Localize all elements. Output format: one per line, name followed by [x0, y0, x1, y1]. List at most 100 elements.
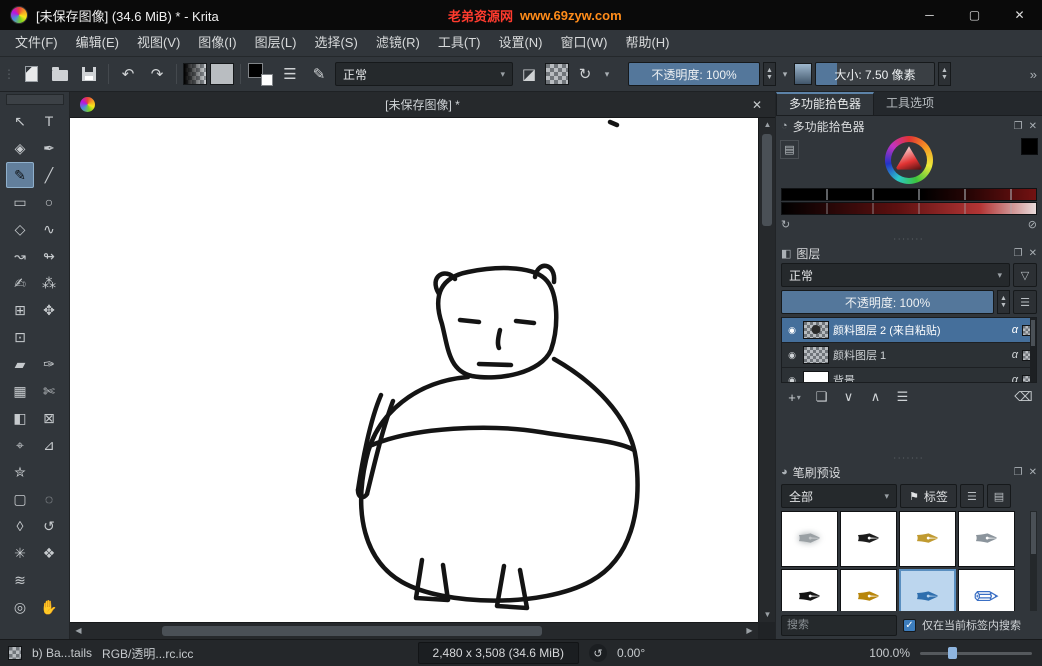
docker-resize-handle[interactable]: ⸳⸳⸳⸳⸳⸳⸳ — [776, 455, 1042, 462]
delete-layer-button[interactable]: ⌫ — [1011, 386, 1036, 408]
minimize-button[interactable]: ─ — [907, 0, 952, 30]
add-layer-button[interactable]: +▾ — [782, 386, 807, 408]
canvas[interactable] — [70, 118, 758, 622]
preset-view-menu-button[interactable]: ☰ — [960, 484, 984, 508]
duplicate-layer-button[interactable]: ❏ — [809, 386, 834, 408]
layer-name[interactable]: 颜料图层 1 — [833, 347, 1008, 363]
layer-row[interactable]: ◉ 颜料图层 2 (来自粘贴) α — [782, 318, 1036, 343]
refresh-shades-icon[interactable]: ↻ — [781, 218, 790, 231]
document-close-icon[interactable]: ✕ — [747, 92, 767, 118]
inherit-alpha-icon[interactable]: α — [1012, 324, 1018, 336]
menu-item-tools[interactable]: 工具(T) — [429, 30, 490, 56]
visibility-eye-icon[interactable]: ◉ — [785, 350, 799, 361]
vertical-scrollbar-thumb[interactable] — [762, 134, 772, 226]
spin-up-icon[interactable]: ▲ — [941, 67, 948, 74]
move-layer-up-button[interactable]: ∧ — [863, 386, 888, 408]
zoom-slider-thumb[interactable] — [948, 647, 957, 659]
horizontal-scrollbar-thumb[interactable] — [162, 626, 542, 636]
preserve-alpha-button[interactable] — [545, 63, 569, 85]
background-color-swatch[interactable] — [261, 74, 273, 86]
gradient-chooser[interactable] — [183, 63, 207, 85]
float-docker-icon[interactable]: ❐ — [1014, 248, 1023, 259]
spin-down-icon[interactable]: ▼ — [1000, 302, 1007, 309]
tool-freehand-select-button[interactable]: ↺ — [35, 513, 63, 539]
opacity-spinner[interactable]: ▲▼ — [763, 62, 776, 86]
menu-item-window[interactable]: 窗口(W) — [552, 30, 617, 56]
tool-bezier-select-button[interactable]: ❖ — [35, 540, 63, 566]
preset-search-input[interactable] — [781, 615, 897, 636]
tool-gradient-button[interactable]: ▰ — [6, 351, 34, 377]
image-dimensions[interactable]: 2,480 x 3,508 (34.6 MiB) — [418, 642, 579, 664]
tab-advanced-color-selector[interactable]: 多功能拾色器 — [776, 92, 874, 115]
tool-crop-button[interactable]: ⊡ — [6, 324, 34, 350]
tool-move-button[interactable]: ✥ — [35, 297, 63, 323]
preset-blue-pencil[interactable]: ✏ — [958, 569, 1015, 611]
layer-list-scrollbar-thumb[interactable] — [1031, 320, 1035, 346]
zoom-value[interactable]: 100.0% — [869, 646, 910, 660]
document-tab-title[interactable]: [未保存图像] * — [70, 92, 775, 118]
tool-pan-button[interactable]: ✋ — [35, 594, 63, 620]
visibility-eye-icon[interactable]: ◉ — [785, 375, 799, 384]
opacity-slider[interactable]: 不透明度: 100% — [628, 62, 760, 86]
color-wheel[interactable] — [885, 136, 933, 184]
shade-strip-1[interactable] — [781, 188, 1037, 201]
scroll-right-icon[interactable]: ▶ — [741, 624, 758, 638]
tool-multibrush-button[interactable]: ⁂ — [35, 270, 63, 296]
menu-item-file[interactable]: 文件(F) — [6, 30, 67, 56]
float-docker-icon[interactable]: ❐ — [1014, 121, 1023, 132]
tool-calligraphy-button[interactable]: ✒ — [35, 135, 63, 161]
scroll-left-icon[interactable]: ◀ — [70, 624, 87, 638]
menu-item-select[interactable]: 选择(S) — [305, 30, 366, 56]
save-button[interactable] — [76, 61, 102, 87]
tag-button[interactable]: ⚑ 标签 — [900, 484, 957, 508]
tool-ellipse-button[interactable]: ○ — [35, 189, 63, 215]
docker-resize-handle[interactable]: ⸳⸳⸳⸳⸳⸳⸳ — [776, 236, 1042, 243]
tool-enclose-fill-button[interactable]: ⊠ — [35, 405, 63, 431]
spin-down-icon[interactable]: ▼ — [941, 74, 948, 81]
canvas-drawing[interactable] — [70, 118, 758, 622]
horizontal-scrollbar[interactable]: ◀ ▶ — [70, 622, 758, 639]
tool-fill-button[interactable]: ◧ — [6, 405, 34, 431]
clear-color-history-icon[interactable]: ⊘ — [1028, 218, 1037, 231]
tool-similar-select-button[interactable]: ✳ — [6, 540, 34, 566]
menu-item-edit[interactable]: 编辑(E) — [67, 30, 128, 56]
layer-properties-button[interactable]: ☰ — [890, 386, 915, 408]
color-triangle[interactable] — [894, 145, 924, 175]
current-brush-name[interactable]: b) Ba...tails — [32, 646, 92, 660]
close-docker-icon[interactable]: ✕ — [1029, 248, 1037, 259]
spin-down-icon[interactable]: ▼ — [766, 74, 773, 81]
chevron-down-icon[interactable]: ▾ — [601, 69, 613, 80]
brush-preset-combo[interactable]: 正常 ▾ — [335, 62, 513, 86]
toolbar-overflow-button[interactable]: » — [1030, 67, 1039, 82]
close-docker-icon[interactable]: ✕ — [1029, 121, 1037, 132]
menu-item-settings[interactable]: 设置(N) — [489, 30, 551, 56]
tool-color-sampler-button[interactable]: ✑ — [35, 351, 63, 377]
layer-options-button[interactable]: ☰ — [1013, 290, 1037, 314]
toolbar-grip[interactable]: ⋮ — [3, 67, 15, 81]
layer-thumbnail[interactable] — [803, 346, 829, 364]
layer-name[interactable]: 背景 — [833, 372, 1008, 383]
preset-scrollbar-thumb[interactable] — [1031, 512, 1036, 554]
redo-button[interactable]: ↷ — [144, 61, 170, 87]
preset-scrollbar[interactable] — [1030, 511, 1037, 611]
search-scope-checkbox[interactable]: ✓ — [903, 619, 916, 632]
scroll-up-icon[interactable]: ▲ — [759, 118, 776, 132]
tool-select-shapes-button[interactable]: ↖ — [6, 108, 34, 134]
preset-detail-view-button[interactable]: ▤ — [987, 484, 1011, 508]
inherit-alpha-icon[interactable]: α — [1012, 349, 1018, 361]
inherit-alpha-icon[interactable]: α — [1012, 374, 1018, 383]
toolbox-drag-handle[interactable] — [6, 94, 64, 105]
menu-item-layer[interactable]: 图层(L) — [246, 30, 306, 56]
tool-polygon-select-button[interactable]: ◊ — [6, 513, 34, 539]
new-document-button[interactable] — [18, 61, 44, 87]
visibility-eye-icon[interactable]: ◉ — [785, 325, 799, 336]
tool-ellipse-select-button[interactable]: ◌ — [35, 486, 63, 512]
tool-magnetic-select-button[interactable]: ≋ — [6, 567, 34, 593]
open-document-button[interactable] — [47, 61, 73, 87]
current-color-swatch[interactable] — [1021, 138, 1038, 155]
preset-ink-pen[interactable]: ✒ — [840, 511, 897, 567]
brush-size-spinner[interactable]: ▲▼ — [938, 62, 951, 86]
shade-strip-2[interactable] — [781, 202, 1037, 215]
brush-size-slider[interactable]: 大小: 7.50 像素 — [815, 62, 935, 86]
rotation-value[interactable]: 0.00° — [617, 646, 645, 660]
